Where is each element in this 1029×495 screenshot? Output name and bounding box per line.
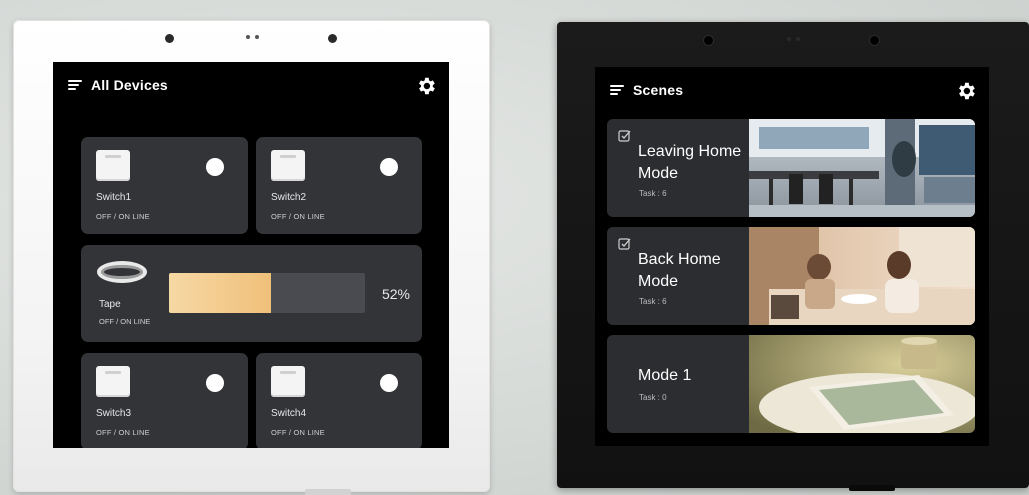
switch-icon — [96, 366, 130, 397]
device-name: Switch1 — [96, 192, 132, 203]
microphone-icon — [246, 35, 259, 39]
family-dining-photo — [749, 227, 975, 325]
gear-icon[interactable] — [415, 75, 437, 97]
gear-icon[interactable] — [955, 80, 977, 102]
power-toggle[interactable] — [380, 374, 398, 392]
scene-task-count: Task : 6 — [639, 297, 667, 306]
device-status: OFF / ON LINE — [96, 212, 150, 221]
power-toggle[interactable] — [206, 158, 224, 176]
switch-icon — [271, 150, 305, 181]
white-control-panel: All Devices Switch1 OFF / ON LINE Switch… — [13, 20, 490, 495]
scene-card-leaving-home[interactable]: Leaving Home Mode Task : 6 — [607, 119, 975, 217]
devices-screen: All Devices Switch1 OFF / ON LINE Switch… — [53, 62, 449, 448]
mount-tab — [305, 489, 351, 495]
light-sensor-icon — [870, 36, 879, 45]
switch-icon — [271, 366, 305, 397]
scene-task-count: Task : 0 — [639, 393, 667, 402]
page-title[interactable]: All Devices — [91, 77, 168, 93]
scene-card-back-home[interactable]: Back Home Mode Task : 6 — [607, 227, 975, 325]
device-tile-switch3[interactable]: Switch3 OFF / ON LINE — [81, 353, 248, 448]
edit-icon[interactable] — [618, 236, 632, 250]
switch-icon — [96, 150, 130, 181]
device-status: OFF / ON LINE — [96, 428, 150, 437]
page-title[interactable]: Scenes — [633, 82, 683, 98]
scene-name: Mode 1 — [638, 367, 692, 384]
device-tile-switch1[interactable]: Switch1 OFF / ON LINE — [81, 137, 248, 234]
device-name: Switch2 — [271, 192, 307, 203]
scene-card-mode-1[interactable]: Mode 1 Task : 0 — [607, 335, 975, 433]
brightness-value: 52% — [381, 286, 410, 302]
power-toggle[interactable] — [380, 158, 398, 176]
power-toggle[interactable] — [206, 374, 224, 392]
device-name: Switch3 — [96, 408, 132, 419]
led-strip-icon — [97, 261, 147, 283]
top-bar: Scenes — [595, 67, 989, 115]
device-status: OFF / ON LINE — [99, 317, 151, 326]
device-status: OFF / ON LINE — [271, 212, 325, 221]
brightness-fill — [169, 273, 271, 313]
camera-sensor-icon — [165, 34, 174, 43]
scene-name: Leaving Home Mode — [638, 143, 742, 182]
light-sensor-icon — [328, 34, 337, 43]
scenes-screen: Scenes Leaving Home Mode Task : 6 Back H… — [595, 67, 989, 446]
device-tile-switch2[interactable]: Switch2 OFF / ON LINE — [256, 137, 422, 234]
device-name: Tape — [99, 299, 121, 310]
microphone-icon — [787, 37, 800, 41]
scene-task-count: Task : 6 — [639, 189, 667, 198]
black-control-panel: Scenes Leaving Home Mode Task : 6 Back H… — [557, 22, 1029, 491]
living-room-photo — [749, 119, 975, 217]
device-status: OFF / ON LINE — [271, 428, 325, 437]
device-tile-switch4[interactable]: Switch4 OFF / ON LINE — [256, 353, 422, 448]
device-tile-tape[interactable]: Tape OFF / ON LINE 52% — [81, 245, 422, 342]
brightness-slider[interactable] — [169, 273, 365, 313]
edit-icon[interactable] — [618, 128, 632, 142]
camera-sensor-icon — [704, 36, 713, 45]
book-and-cup-photo — [749, 335, 975, 433]
scene-name: Back Home Mode — [638, 251, 721, 290]
top-bar: All Devices — [53, 62, 449, 110]
mount-tab — [849, 485, 895, 491]
menu-icon[interactable] — [610, 85, 624, 97]
device-name: Switch4 — [271, 408, 307, 419]
menu-icon[interactable] — [68, 80, 82, 92]
